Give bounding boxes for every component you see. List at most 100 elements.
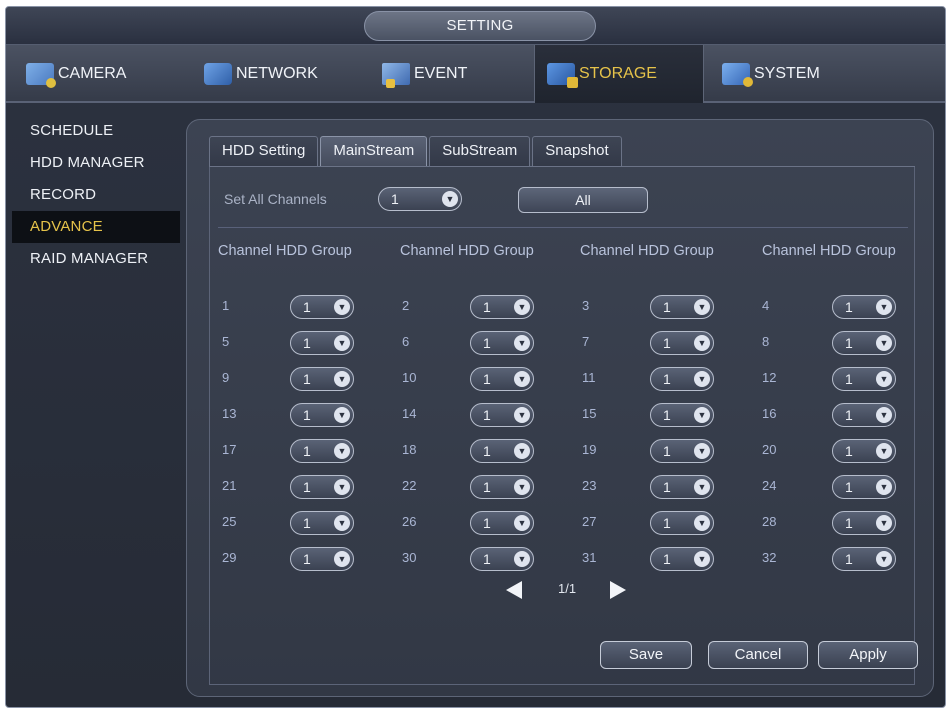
channel-number: 12 <box>762 370 777 385</box>
channel-number: 6 <box>402 334 410 349</box>
sidebar-item-advance[interactable]: ADVANCE <box>12 211 180 243</box>
hdd-group-select[interactable]: 1 ▼ <box>470 475 534 499</box>
mainstream-content: Set All Channels 1 ▼ All Channel HDD Gro… <box>209 167 918 685</box>
hdd-group-value: 1 <box>663 335 671 351</box>
hdd-group-select[interactable]: 1 ▼ <box>650 367 714 391</box>
hdd-group-select[interactable]: 1 ▼ <box>290 475 354 499</box>
tab-mainstream[interactable]: MainStream <box>320 136 428 166</box>
hdd-group-select[interactable]: 1 ▼ <box>650 295 714 319</box>
channel-number: 4 <box>762 298 770 313</box>
chevron-down-icon: ▼ <box>334 407 350 423</box>
chevron-down-icon: ▼ <box>514 299 530 315</box>
sidebar-item-raid-manager[interactable]: RAID MANAGER <box>12 243 180 275</box>
column-header: Channel HDD Group <box>580 243 714 259</box>
network-icon <box>204 63 232 85</box>
hdd-group-select[interactable]: 1 ▼ <box>290 331 354 355</box>
hdd-group-select[interactable]: 1 ▼ <box>832 331 896 355</box>
hdd-group-select[interactable]: 1 ▼ <box>290 439 354 463</box>
hdd-group-select[interactable]: 1 ▼ <box>470 295 534 319</box>
hdd-group-select[interactable]: 1 ▼ <box>832 547 896 571</box>
hdd-group-select[interactable]: 1 ▼ <box>470 511 534 535</box>
hdd-group-select[interactable]: 1 ▼ <box>650 547 714 571</box>
pager: 1/1 <box>506 579 626 601</box>
nav-camera[interactable]: CAMERA <box>14 45 184 103</box>
hdd-group-select[interactable]: 1 ▼ <box>650 475 714 499</box>
channel-number: 2 <box>402 298 410 313</box>
chevron-down-icon: ▼ <box>876 479 892 495</box>
channel-number: 8 <box>762 334 770 349</box>
chevron-down-icon: ▼ <box>876 407 892 423</box>
hdd-group-select[interactable]: 1 ▼ <box>832 439 896 463</box>
channel-number: 10 <box>402 370 417 385</box>
sidebar-item-schedule[interactable]: SCHEDULE <box>12 115 180 147</box>
hdd-group-value: 1 <box>303 551 311 567</box>
hdd-group-select[interactable]: 1 ▼ <box>290 511 354 535</box>
hdd-group-select[interactable]: 1 ▼ <box>470 367 534 391</box>
nav-system[interactable]: SYSTEM <box>710 45 880 103</box>
chevron-down-icon: ▼ <box>334 371 350 387</box>
column-header: Channel HDD Group <box>762 243 896 259</box>
top-navigation: CAMERA NETWORK EVENT STORAGE SYSTEM <box>6 45 945 103</box>
hdd-group-select[interactable]: 1 ▼ <box>290 403 354 427</box>
hdd-group-select[interactable]: 1 ▼ <box>470 439 534 463</box>
chevron-down-icon: ▼ <box>694 551 710 567</box>
chevron-down-icon: ▼ <box>694 515 710 531</box>
cancel-button[interactable]: Cancel <box>708 641 808 669</box>
hdd-group-select[interactable]: 1 ▼ <box>832 475 896 499</box>
nav-network[interactable]: NETWORK <box>192 45 362 103</box>
channel-number: 17 <box>222 442 237 457</box>
window-title: SETTING <box>364 11 596 41</box>
channel-number: 13 <box>222 406 237 421</box>
hdd-group-value: 1 <box>845 443 853 459</box>
chevron-down-icon: ▼ <box>334 299 350 315</box>
chevron-down-icon: ▼ <box>876 371 892 387</box>
hdd-group-select[interactable]: 1 ▼ <box>832 295 896 319</box>
hdd-group-value: 1 <box>845 299 853 315</box>
settings-window: SETTING CAMERA NETWORK EVENT STORAGE SYS… <box>5 6 946 708</box>
hdd-group-value: 1 <box>303 479 311 495</box>
nav-storage[interactable]: STORAGE <box>534 45 704 103</box>
tab-substream[interactable]: SubStream <box>429 136 531 166</box>
prev-page-icon[interactable] <box>506 581 522 599</box>
hdd-group-select[interactable]: 1 ▼ <box>290 295 354 319</box>
hdd-group-value: 1 <box>483 515 491 531</box>
hdd-group-select[interactable]: 1 ▼ <box>832 403 896 427</box>
hdd-group-select[interactable]: 1 ▼ <box>650 511 714 535</box>
hdd-group-value: 1 <box>303 407 311 423</box>
nav-system-label: SYSTEM <box>754 65 820 82</box>
divider <box>218 227 908 228</box>
hdd-group-select[interactable]: 1 ▼ <box>470 331 534 355</box>
sidebar-item-record[interactable]: RECORD <box>12 179 180 211</box>
hdd-group-select[interactable]: 1 ▼ <box>650 331 714 355</box>
chevron-down-icon: ▼ <box>694 371 710 387</box>
channel-number: 14 <box>402 406 417 421</box>
channel-number: 5 <box>222 334 230 349</box>
hdd-group-select[interactable]: 1 ▼ <box>832 367 896 391</box>
channel-number: 20 <box>762 442 777 457</box>
hdd-group-select[interactable]: 1 ▼ <box>650 439 714 463</box>
all-button[interactable]: All <box>518 187 648 213</box>
apply-button[interactable]: Apply <box>818 641 918 669</box>
hdd-group-select[interactable]: 1 ▼ <box>290 547 354 571</box>
chevron-down-icon: ▼ <box>334 551 350 567</box>
hdd-group-select[interactable]: 1 ▼ <box>832 511 896 535</box>
next-page-icon[interactable] <box>610 581 626 599</box>
channel-number: 30 <box>402 550 417 565</box>
hdd-group-value: 1 <box>845 515 853 531</box>
nav-event[interactable]: EVENT <box>370 45 530 103</box>
hdd-group-select[interactable]: 1 ▼ <box>650 403 714 427</box>
set-all-channels-select[interactable]: 1 ▼ <box>378 187 462 211</box>
hdd-group-value: 1 <box>663 407 671 423</box>
channel-number: 23 <box>582 478 597 493</box>
chevron-down-icon: ▼ <box>876 515 892 531</box>
tab-hdd-setting[interactable]: HDD Setting <box>209 136 319 166</box>
hdd-group-select[interactable]: 1 ▼ <box>470 403 534 427</box>
sidebar-item-hdd-manager[interactable]: HDD MANAGER <box>12 147 180 179</box>
channel-number: 24 <box>762 478 777 493</box>
channel-number: 11 <box>582 370 596 385</box>
hdd-group-select[interactable]: 1 ▼ <box>470 547 534 571</box>
chevron-down-icon: ▼ <box>876 335 892 351</box>
tab-snapshot[interactable]: Snapshot <box>532 136 622 166</box>
save-button[interactable]: Save <box>600 641 692 669</box>
hdd-group-select[interactable]: 1 ▼ <box>290 367 354 391</box>
